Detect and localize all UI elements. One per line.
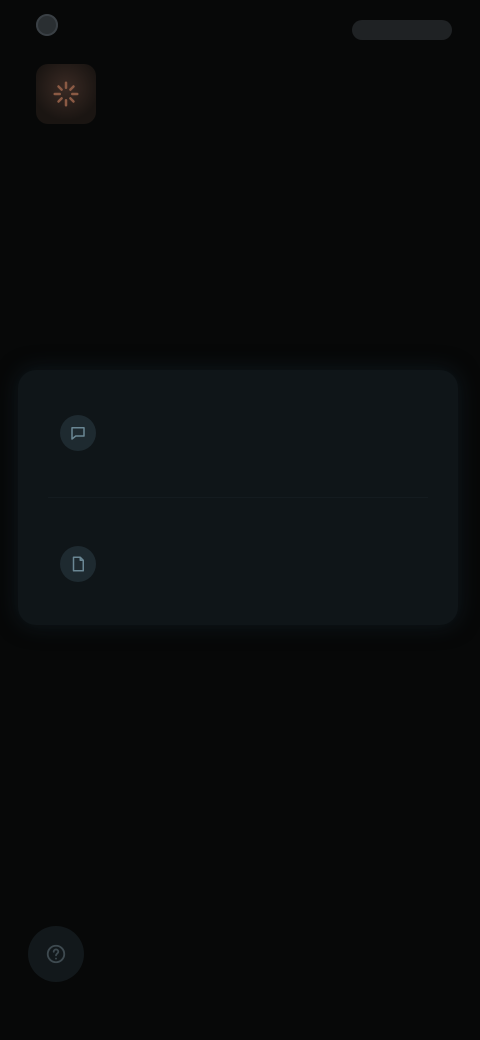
- option-item-2[interactable]: [18, 500, 458, 625]
- help-icon: [46, 944, 66, 964]
- help-button[interactable]: [28, 926, 84, 982]
- brand[interactable]: [36, 14, 68, 36]
- chat-icon: [60, 415, 96, 451]
- options-card: [18, 370, 458, 625]
- divider: [48, 497, 428, 498]
- top-bar: [0, 0, 480, 60]
- spark-icon: [36, 64, 96, 124]
- document-icon: [60, 546, 96, 582]
- top-action-button[interactable]: [352, 20, 452, 40]
- option-item-1[interactable]: [18, 370, 458, 496]
- brand-logo-icon: [36, 14, 58, 36]
